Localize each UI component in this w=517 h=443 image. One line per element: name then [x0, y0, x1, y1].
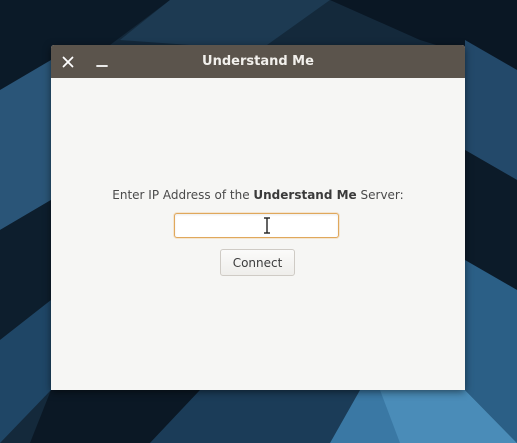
title-bar: Understand Me: [51, 45, 465, 78]
ip-prompt-label: Enter IP Address of the Understand Me Se…: [51, 188, 465, 202]
connect-button[interactable]: Connect: [220, 249, 295, 276]
prompt-server-name: Understand Me: [253, 188, 357, 202]
window-content: Enter IP Address of the Understand Me Se…: [51, 78, 465, 390]
prompt-prefix: Enter IP Address of the: [112, 188, 254, 202]
prompt-suffix: Server:: [356, 188, 404, 202]
app-window: Understand Me Enter IP Address of the Un…: [51, 45, 465, 390]
ip-address-input[interactable]: [174, 213, 339, 238]
window-title: Understand Me: [202, 54, 314, 69]
